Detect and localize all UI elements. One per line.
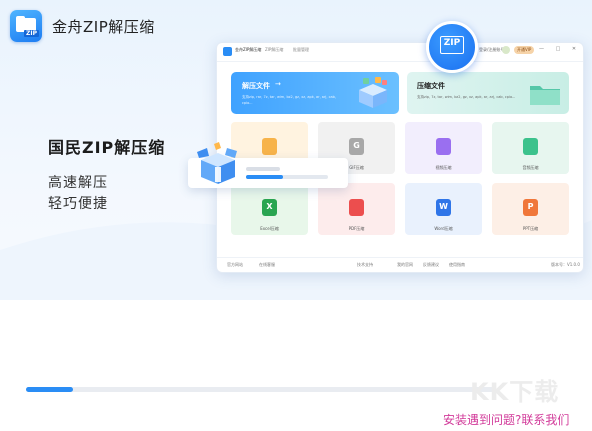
preview-tool-card: 视频压缩 [405,122,482,174]
tool-file-icon: W [436,199,451,216]
compress-title: 压缩文件 [417,82,445,90]
tool-file-icon [262,138,277,155]
tool-label: PDF压缩 [348,226,365,231]
tool-file-icon: X [262,199,277,216]
preview-bottom-item: 官方网站 [227,262,243,267]
hero-banner: ZIP 金舟ZIP解压缩 国民ZIP解压缩 高速解压 轻巧便捷 金舟ZIP解压缩… [0,0,592,300]
preview-bottom-bar: 官方网站 在线客服 技术支持 我的官网 反馈建议 使用指南 版本号：V1.0.0 [217,257,583,272]
decompress-title: 解压文件 [242,82,270,90]
preview-avatar [502,46,510,54]
arrow-right-icon: → [275,80,281,88]
preview-vip-badge: 开通VIP [514,46,535,54]
tool-label: Word压缩 [434,226,453,231]
tool-label: 音频压缩 [522,165,539,170]
preview-app-name: 金舟ZIP解压缩 [235,47,262,52]
zip-badge-icon: ZIP [426,21,478,73]
slogan-line-light: 轻巧便捷 [48,196,108,212]
install-progress-fill [26,387,73,392]
preview-bottom-item: 技术支持 [357,262,373,267]
tool-file-icon [349,199,364,216]
preview-bottom-item: 在线客服 [259,262,275,267]
app-logo-icon: ZIP [10,10,42,42]
preview-bottom-item: 使用指南 [449,262,465,267]
decompress-desc: 支持zip, rar, 7z, tar, wim, bz2, gz, xz, a… [242,95,336,105]
preview-window-controls: — □ ✕ [539,46,582,52]
preview-tab-batch: 批量管理 [293,47,309,52]
preview-tab-zip: ZIP解压缩 [265,47,284,52]
preview-tool-card: W Word压缩 [405,183,482,235]
preview-titlebar: 金舟ZIP解压缩 ZIP解压缩 批量管理 登录/注册账号 开通VIP — □ ✕ [217,43,583,62]
slogan-title: 国民ZIP解压缩 [48,138,166,157]
floating-progress-fill [246,175,283,179]
help-contact-link[interactable]: 安装遇到问题?联系我们 [443,411,569,428]
watermark: KK下载 [470,378,560,406]
preview-tool-card: 音频压缩 [492,122,569,174]
preview-compress-card: 压缩文件 支持zip, 7z, tar, wim, bz2, gz, xz, a… [407,72,569,114]
tool-label: PPT压缩 [522,226,539,231]
preview-login-text: 登录/注册账号 [479,47,505,52]
floating-line [246,167,280,171]
floating-progress-track [246,175,328,179]
preview-bottom-item: 反馈建议 [423,262,439,267]
tool-label: 视频压缩 [435,165,452,170]
install-progress-bar [26,387,496,392]
archive-box-icon [197,142,237,184]
preview-tool-card: P PPT压缩 [492,183,569,235]
tool-file-icon [523,138,538,155]
preview-tool-card: X Excel压缩 [231,183,308,235]
open-box-icon [359,77,387,108]
preview-tool-card: PDF压缩 [318,183,395,235]
preview-version: 版本号：V1.0.0 [551,262,580,267]
preview-bottom-item: 我的官网 [397,262,413,267]
tool-label: Excel压缩 [260,226,279,231]
folder-icon [530,86,560,105]
tool-file-icon [436,138,451,155]
compress-desc: 支持zip, 7z, tar, wim, bz2, gz, xz, apk, a… [417,95,516,99]
app-title: 金舟ZIP解压缩 [52,18,155,36]
tool-file-icon: G [349,138,364,155]
preview-logo-icon [223,47,232,56]
slogan-line-speed: 高速解压 [48,175,108,191]
preview-decompress-card: 解压文件 → 支持zip, rar, 7z, tar, wim, bz2, gz… [231,72,399,114]
tool-file-icon: P [523,199,538,216]
